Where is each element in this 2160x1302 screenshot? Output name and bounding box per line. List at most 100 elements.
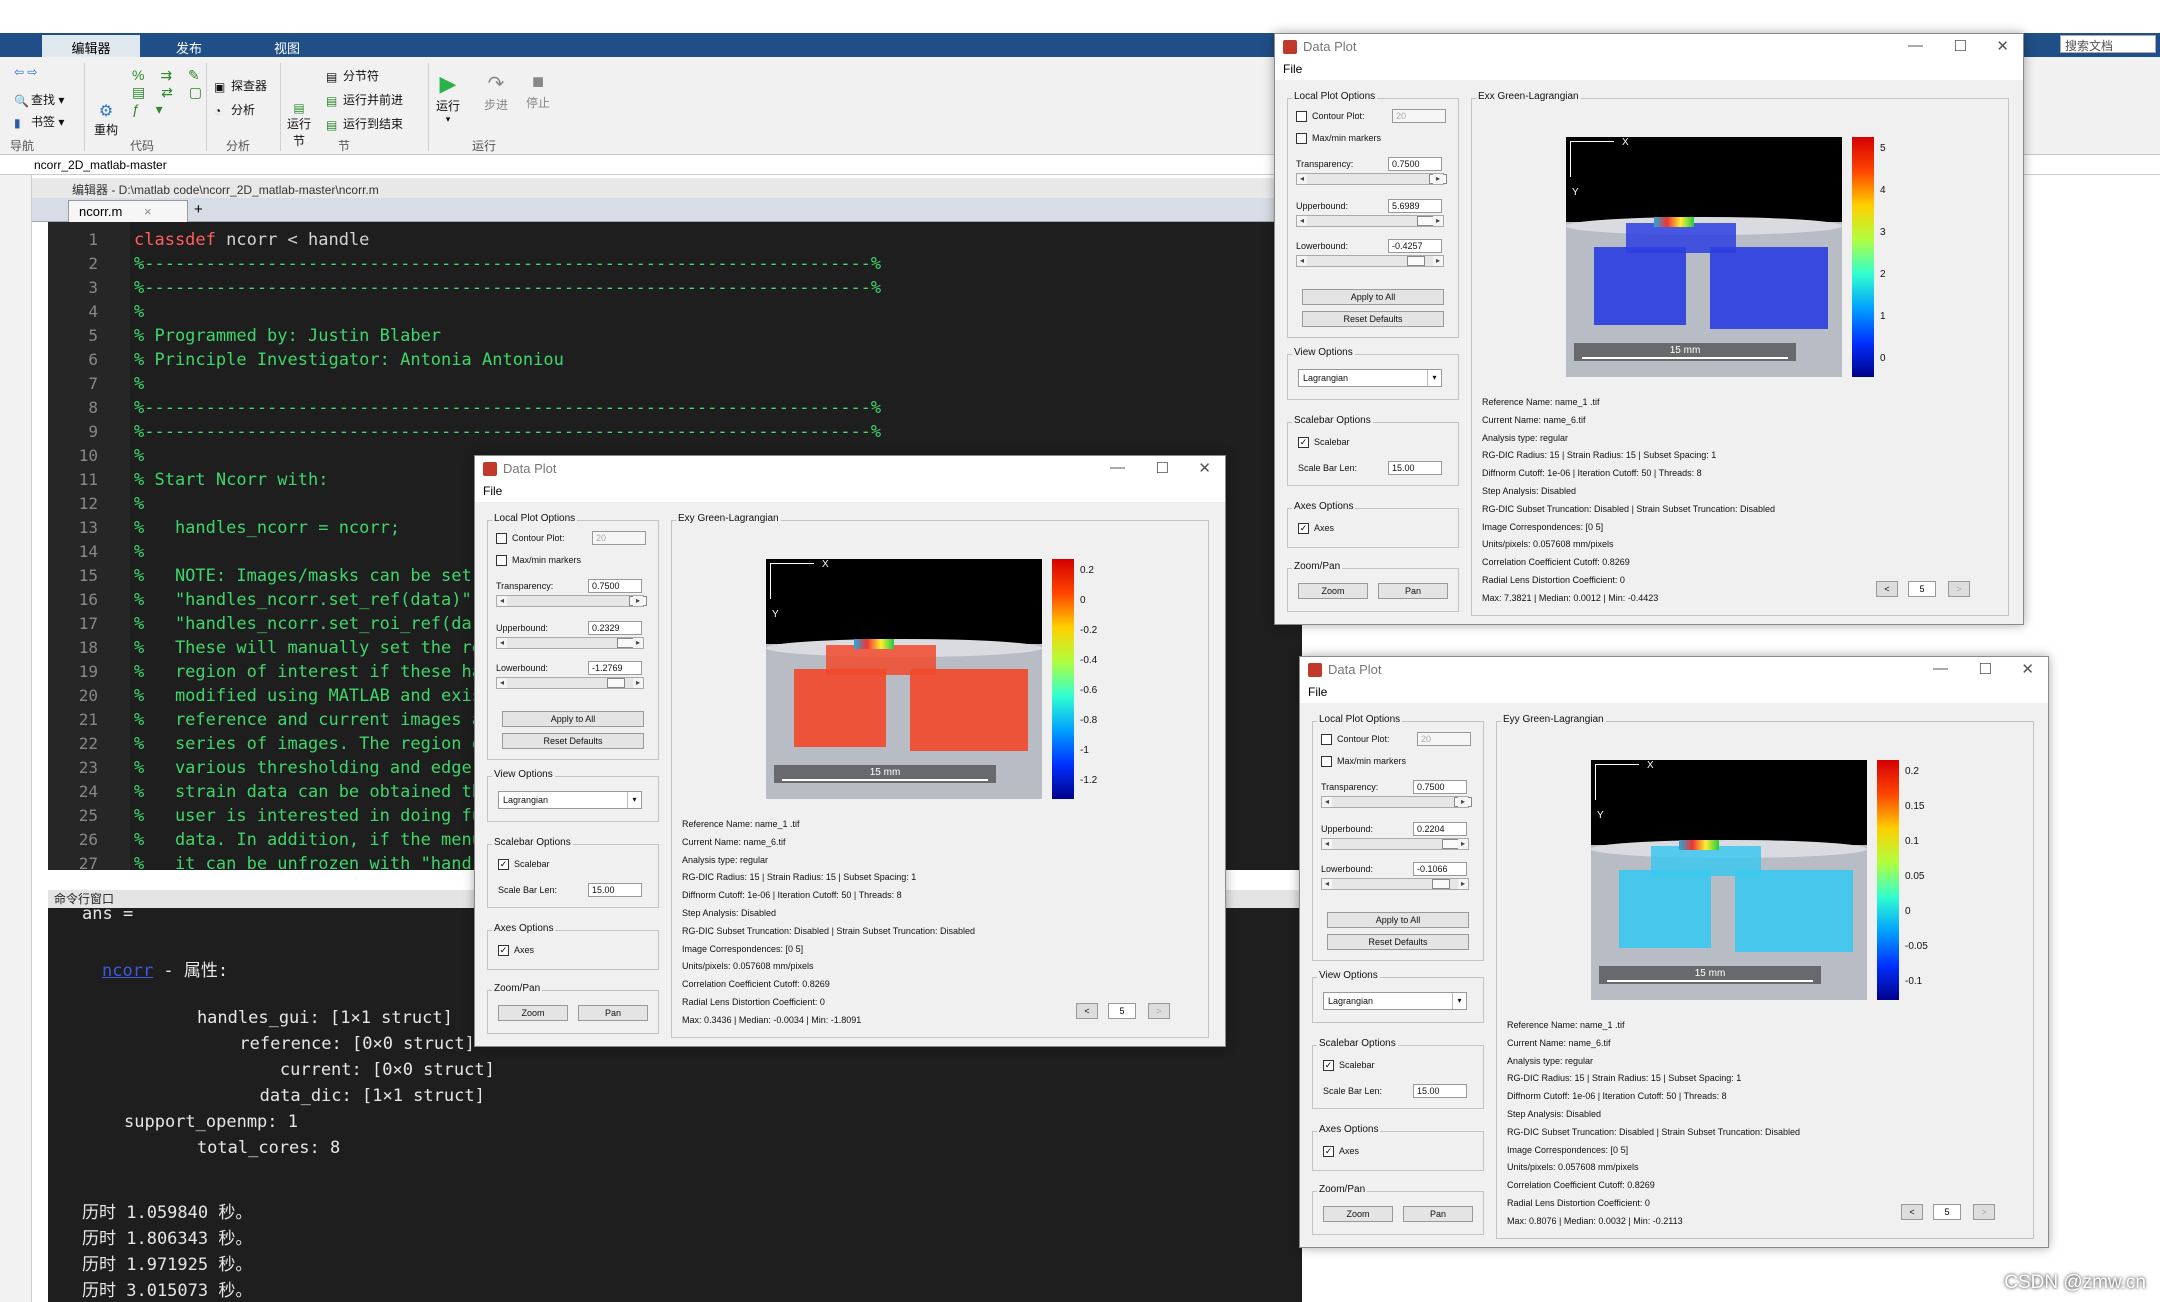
prev-page-button[interactable]: < xyxy=(1901,1204,1923,1220)
class-link[interactable]: ncorr xyxy=(102,961,153,981)
current-folder-path[interactable]: ncorr_2D_matlab-master xyxy=(34,158,167,172)
tab-publish[interactable]: 发布 xyxy=(140,35,238,57)
scalebar-len-input[interactable]: 15.00 xyxy=(588,883,642,897)
lowerbound-input[interactable]: -1.2769 xyxy=(588,661,642,675)
zoom-button[interactable]: Zoom xyxy=(1298,583,1368,599)
left-arrow-icon[interactable]: ◂ xyxy=(1322,879,1332,889)
contour-input[interactable]: 20 xyxy=(1392,109,1446,123)
file-menu[interactable]: File xyxy=(1275,60,2023,80)
find-button[interactable]: 🔍 查找 ▾ xyxy=(14,91,64,108)
tab-view[interactable]: 视图 xyxy=(238,35,336,57)
right-arrow-icon[interactable]: ▸ xyxy=(1433,256,1443,266)
maximize-icon[interactable]: ☐ xyxy=(1954,37,1967,55)
explorer-button[interactable]: ▣ 探查器 xyxy=(214,77,267,94)
slider-thumb[interactable] xyxy=(1432,879,1450,889)
pan-button[interactable]: Pan xyxy=(578,1005,648,1021)
tab-editor[interactable]: 编辑器 xyxy=(42,35,140,57)
upperbound-slider[interactable]: ◂ ▸ xyxy=(1321,838,1469,850)
right-arrow-icon[interactable]: ▸ xyxy=(1458,879,1468,889)
maxmin-checkbox[interactable] xyxy=(1296,133,1307,144)
right-arrow-icon[interactable]: ▸ xyxy=(633,596,643,606)
maximize-icon[interactable]: ☐ xyxy=(1156,459,1169,477)
view-select[interactable]: Lagrangian ▾ xyxy=(1323,992,1467,1010)
upperbound-input[interactable]: 0.2204 xyxy=(1413,822,1467,836)
transparency-slider[interactable]: ◂ ▸ xyxy=(1321,796,1472,808)
right-arrow-icon[interactable]: ▸ xyxy=(1458,797,1468,807)
zoom-button[interactable]: Zoom xyxy=(498,1005,568,1021)
next-page-button[interactable]: > xyxy=(1948,581,1970,597)
minimize-icon[interactable]: — xyxy=(1908,37,1923,54)
pan-button[interactable]: Pan xyxy=(1378,583,1448,599)
upperbound-slider[interactable]: ◂ ▸ xyxy=(1296,215,1444,227)
reset-defaults-button[interactable]: Reset Defaults xyxy=(502,733,644,749)
axes-checkbox[interactable]: ✓ xyxy=(1323,1146,1334,1157)
zoom-button[interactable]: Zoom xyxy=(1323,1206,1393,1222)
upperbound-slider[interactable]: ◂ ▸ xyxy=(496,637,644,649)
close-icon[interactable]: × xyxy=(144,204,152,219)
axes-checkbox[interactable]: ✓ xyxy=(498,945,509,956)
lowerbound-slider[interactable]: ◂ ▸ xyxy=(1296,255,1444,267)
maxmin-checkbox[interactable] xyxy=(496,555,507,566)
bookmark-button[interactable]: ▮ 书签 ▾ xyxy=(14,113,64,130)
axes-checkbox[interactable]: ✓ xyxy=(1298,523,1309,534)
file-menu[interactable]: File xyxy=(475,482,1225,502)
reset-defaults-button[interactable]: Reset Defaults xyxy=(1302,311,1444,327)
upperbound-input[interactable]: 0.2329 xyxy=(588,621,642,635)
scalebar-checkbox[interactable]: ✓ xyxy=(498,859,509,870)
scalebar-checkbox[interactable]: ✓ xyxy=(1298,437,1309,448)
reset-defaults-button[interactable]: Reset Defaults xyxy=(1327,934,1469,950)
next-page-button[interactable]: > xyxy=(1973,1204,1995,1220)
run-advance-button[interactable]: ▤ 运行并前进 xyxy=(326,91,403,108)
nav-arrows[interactable]: ⇦ ⇨ xyxy=(14,65,37,79)
right-arrow-icon[interactable]: ▸ xyxy=(633,678,643,688)
new-tab-button[interactable]: + xyxy=(194,201,203,218)
pan-button[interactable]: Pan xyxy=(1403,1206,1473,1222)
refactor-button[interactable]: ⚙ 重构 xyxy=(94,101,118,138)
page-input[interactable]: 5 xyxy=(1108,1003,1136,1019)
lowerbound-input[interactable]: -0.1066 xyxy=(1413,862,1467,876)
lowerbound-slider[interactable]: ◂ ▸ xyxy=(496,677,644,689)
apply-to-all-button[interactable]: Apply to All xyxy=(502,711,644,727)
code-tools-icons[interactable]: % ⇉ ✎ ▤ ⇄ ▢ ƒ ▾ xyxy=(132,67,208,118)
slider-thumb[interactable] xyxy=(607,678,625,688)
left-arrow-icon[interactable]: ◂ xyxy=(497,638,507,648)
left-arrow-icon[interactable]: ◂ xyxy=(1297,256,1307,266)
stop-button[interactable]: ■ 停止 xyxy=(526,71,550,111)
left-arrow-icon[interactable]: ◂ xyxy=(1297,216,1307,226)
transparency-input[interactable]: 0.7500 xyxy=(1388,157,1442,171)
right-arrow-icon[interactable]: ▸ xyxy=(1458,839,1468,849)
minimize-icon[interactable]: — xyxy=(1933,660,1948,677)
transparency-slider[interactable]: ◂ ▸ xyxy=(496,595,647,607)
minimize-icon[interactable]: — xyxy=(1110,459,1125,476)
tab-ncorr-m[interactable]: ncorr.m × xyxy=(68,200,188,222)
transparency-input[interactable]: 0.7500 xyxy=(588,579,642,593)
file-menu[interactable]: File xyxy=(1300,683,2048,703)
slider-thumb[interactable] xyxy=(1407,256,1425,266)
scalebar-len-input[interactable]: 15.00 xyxy=(1388,461,1442,475)
transparency-input[interactable]: 0.7500 xyxy=(1413,780,1467,794)
prev-page-button[interactable]: < xyxy=(1876,581,1898,597)
right-arrow-icon[interactable]: ▸ xyxy=(633,638,643,648)
left-arrow-icon[interactable]: ◂ xyxy=(497,678,507,688)
lowerbound-slider[interactable]: ◂ ▸ xyxy=(1321,878,1469,890)
run-button[interactable]: ▶ 运行 ▾ xyxy=(436,71,460,125)
close-icon[interactable]: ✕ xyxy=(1198,459,1211,477)
section-break-button[interactable]: ▤ 分节符 xyxy=(326,67,379,84)
scalebar-len-input[interactable]: 15.00 xyxy=(1413,1084,1467,1098)
left-arrow-icon[interactable]: ◂ xyxy=(497,596,507,606)
apply-to-all-button[interactable]: Apply to All xyxy=(1302,289,1444,305)
maxmin-checkbox[interactable] xyxy=(1321,756,1332,767)
close-icon[interactable]: ✕ xyxy=(2021,660,2034,678)
contour-checkbox[interactable] xyxy=(1296,111,1307,122)
maximize-icon[interactable]: ☐ xyxy=(1979,660,1992,678)
left-arrow-icon[interactable]: ◂ xyxy=(1297,174,1307,184)
transparency-slider[interactable]: ◂ ▸ xyxy=(1296,173,1447,185)
step-button[interactable]: ↷ 步进 xyxy=(484,71,508,113)
contour-checkbox[interactable] xyxy=(1321,734,1332,745)
next-page-button[interactable]: > xyxy=(1148,1003,1170,1019)
right-arrow-icon[interactable]: ▸ xyxy=(1433,174,1443,184)
lowerbound-input[interactable]: -0.4257 xyxy=(1388,239,1442,253)
search-docs-input[interactable]: 搜索文档 xyxy=(2060,35,2156,53)
run-section-button[interactable]: ▤ 运行节 xyxy=(286,101,312,149)
left-arrow-icon[interactable]: ◂ xyxy=(1322,797,1332,807)
